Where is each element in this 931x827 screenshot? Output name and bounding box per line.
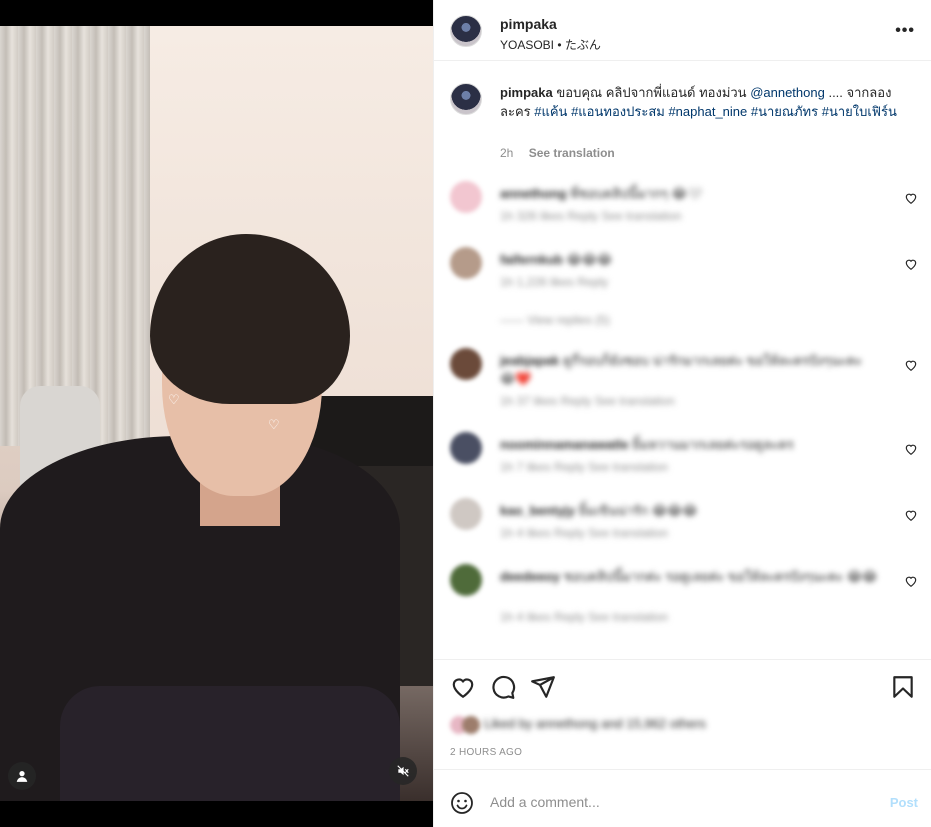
heart-icon[interactable]: [904, 574, 918, 588]
bookmark-icon[interactable]: [890, 674, 916, 700]
heart-icon[interactable]: [450, 674, 476, 700]
user-tag-icon[interactable]: [8, 762, 36, 790]
comment-text: deedeeoy ชอบคลิปนี้มากค่ะ รอดูเลยค่ะ ขอใ…: [500, 569, 878, 584]
post-header: pimpaka YOASOBI • たぶん •••: [434, 0, 931, 61]
person-arms: [60, 686, 400, 801]
caption-text: pimpaka ขอบคุณ คลิปจากพี่แอนด์ ทองม่วน @…: [500, 83, 910, 121]
likes-avatars: [450, 716, 486, 734]
caption-hashtag[interactable]: #แค้น: [534, 104, 567, 119]
emoji-icon[interactable]: [450, 791, 474, 815]
share-icon[interactable]: [530, 674, 556, 700]
post-actions: Liked by annethong and 15,962 others 2 H…: [434, 659, 931, 769]
comment-meta: 1h 37 likes Reply See translation: [500, 394, 675, 408]
post-video[interactable]: ♡ ♡: [0, 26, 433, 801]
header-music[interactable]: YOASOBI • たぶん: [500, 36, 601, 53]
avatar[interactable]: [450, 564, 482, 596]
caption-username[interactable]: pimpaka: [500, 85, 553, 100]
caption-hashtag[interactable]: #แอนทองประสม: [571, 104, 665, 119]
instagram-post-viewer: ♡ ♡ pimpaka YOASOBI • たぶん ••• pimpaka ขอ…: [0, 0, 931, 827]
see-translation-button[interactable]: See translation: [529, 146, 615, 160]
post-timestamp: 2 HOURS AGO: [450, 747, 523, 758]
heart-sticker-icon: ♡: [268, 418, 280, 433]
comment-text: kao_bentyjy ยิ้มเขินน่ารัก 😂😂😂: [500, 503, 698, 518]
caption-meta: 2h See translation: [500, 146, 627, 160]
post-side-panel: pimpaka YOASOBI • たぶん ••• pimpaka ขอบคุณ…: [433, 0, 931, 827]
more-options-icon[interactable]: •••: [895, 22, 915, 40]
avatar[interactable]: [450, 348, 482, 380]
comment-icon[interactable]: [490, 674, 516, 700]
heart-sticker-icon: ♡: [168, 393, 180, 408]
background-curtain: [0, 26, 150, 446]
comment-input[interactable]: [490, 792, 870, 812]
comment-meta: 1h 326 likes Reply See translation: [500, 209, 682, 223]
add-comment-bar: Post: [434, 769, 931, 827]
post-button[interactable]: Post: [890, 795, 918, 810]
comment-text: faifernkub 😂😂😂: [500, 252, 613, 267]
heart-icon[interactable]: [904, 191, 918, 205]
comment-text: annethong พี่ชอบคลิปนี้มากๆ 😂🤍: [500, 186, 704, 201]
heart-icon[interactable]: [904, 257, 918, 271]
comment-meta: 1h 1,226 likes Reply: [500, 275, 609, 289]
likes-summary[interactable]: Liked by annethong and 15,962 others: [484, 716, 706, 731]
comment-meta: 1h 4 likes Reply See translation: [500, 610, 669, 624]
comment-text: noominnamanawatle ยิ้มหวานมากเลยค่ะรอดูล…: [500, 437, 794, 452]
comment-meta: 1h 7 likes Reply See translation: [500, 460, 669, 474]
comments-section[interactable]: pimpaka ขอบคุณ คลิปจากพี่แอนด์ ทองม่วน @…: [434, 61, 931, 659]
avatar[interactable]: [450, 83, 482, 115]
avatar[interactable]: [450, 181, 482, 213]
heart-icon[interactable]: [904, 358, 918, 372]
avatar[interactable]: [450, 247, 482, 279]
caption-hashtag[interactable]: #นายใบเฟิร์น: [822, 104, 897, 119]
avatar[interactable]: [450, 15, 482, 47]
comment-text: jeabjapak ดูกี่รอบก็ยังชอบ น่ารักมากเลยค…: [500, 353, 863, 386]
avatar[interactable]: [450, 498, 482, 530]
heart-icon[interactable]: [904, 508, 918, 522]
caption-hashtag[interactable]: #naphat_nine: [668, 104, 747, 119]
avatar[interactable]: [450, 432, 482, 464]
heart-icon[interactable]: [904, 442, 918, 456]
muted-audio-icon[interactable]: [389, 757, 417, 785]
caption-time: 2h: [500, 146, 514, 160]
header-username[interactable]: pimpaka: [500, 16, 557, 32]
caption-mention[interactable]: @annethong: [750, 85, 825, 100]
caption-hashtag[interactable]: #นายณภัทร: [751, 104, 818, 119]
view-replies-button[interactable]: ―― View replies (5): [500, 313, 610, 327]
caption-body: ขอบคุณ คลิปจากพี่แอนด์ ทองม่วน: [556, 85, 751, 100]
comment-meta: 1h 4 likes Reply See translation: [500, 526, 669, 540]
